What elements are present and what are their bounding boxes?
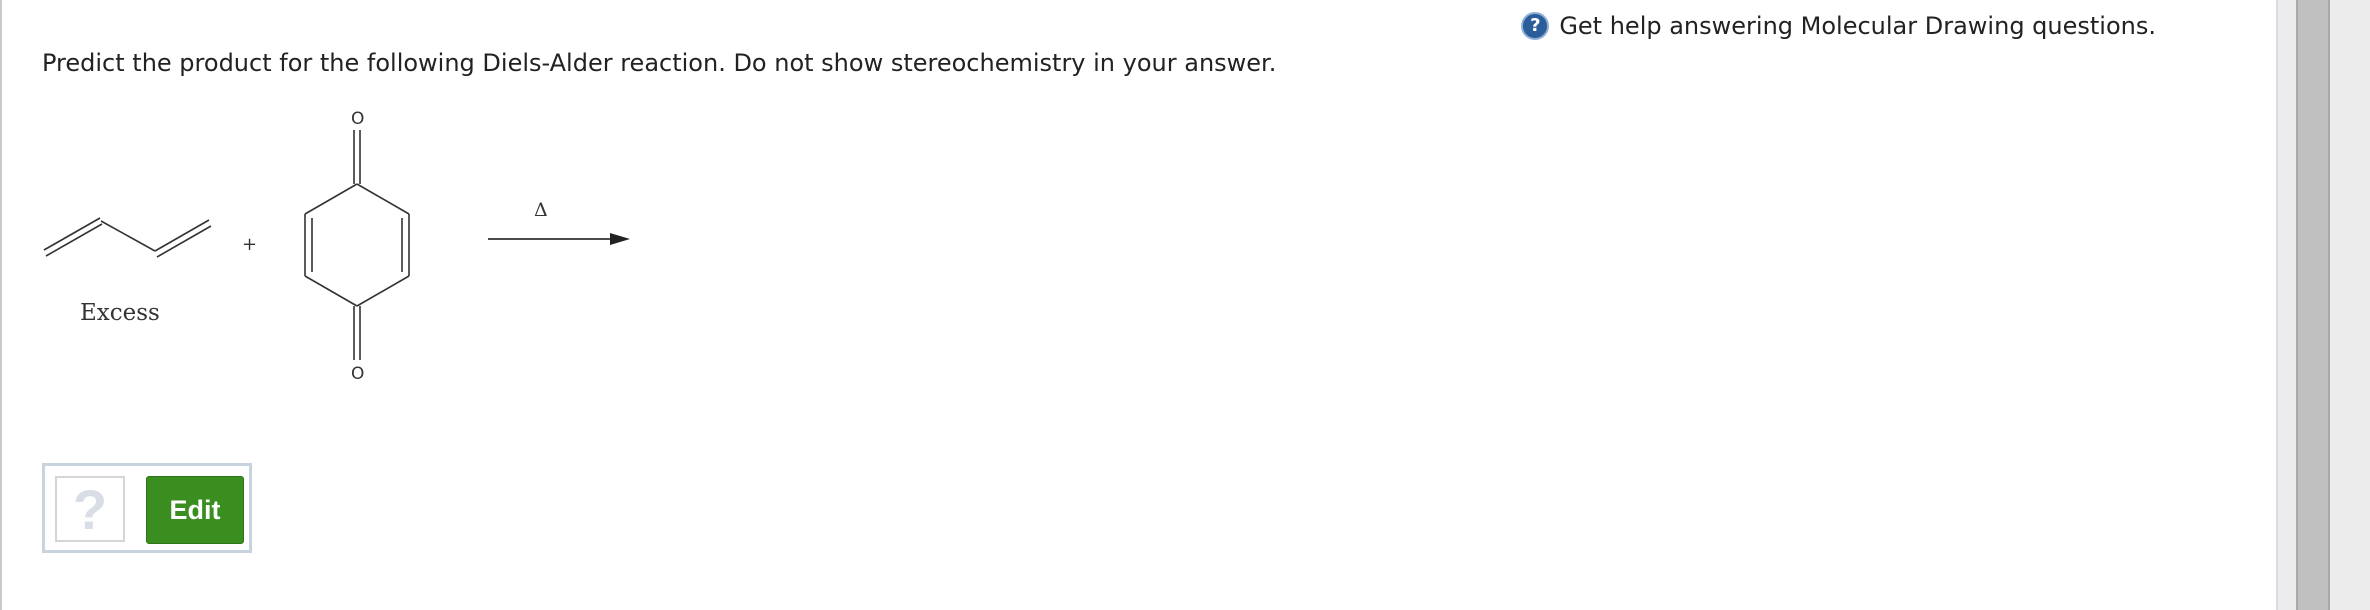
edit-button[interactable]: Edit (146, 476, 244, 544)
reaction-scheme: Excess + O O Δ (43, 109, 630, 384)
question-circle-icon: ? (1521, 12, 1550, 40)
heat-symbol: Δ (534, 199, 548, 221)
help-link[interactable]: ? Get help answering Molecular Drawing q… (1521, 12, 2156, 40)
plus-sign: + (242, 234, 257, 255)
reaction-arrow (488, 233, 630, 245)
question-panel: ? Get help answering Molecular Drawing q… (2, 0, 2278, 610)
benzoquinone-structure (304, 130, 410, 360)
answer-drawing-box: ? Edit (42, 463, 252, 553)
empty-answer-placeholder[interactable]: ? (55, 476, 125, 542)
right-margin (2330, 0, 2370, 610)
butadiene-structure (43, 217, 212, 258)
scroll-gap (2278, 0, 2296, 610)
question-text: Predict the product for the following Di… (42, 49, 1277, 77)
help-link-label: Get help answering Molecular Drawing que… (1559, 12, 2156, 40)
oxygen-top-label: O (351, 109, 364, 129)
vertical-scrollbar[interactable] (2296, 0, 2330, 610)
excess-label: Excess (80, 300, 160, 326)
oxygen-bottom-label: O (351, 364, 364, 384)
page: ? Get help answering Molecular Drawing q… (0, 0, 2370, 610)
